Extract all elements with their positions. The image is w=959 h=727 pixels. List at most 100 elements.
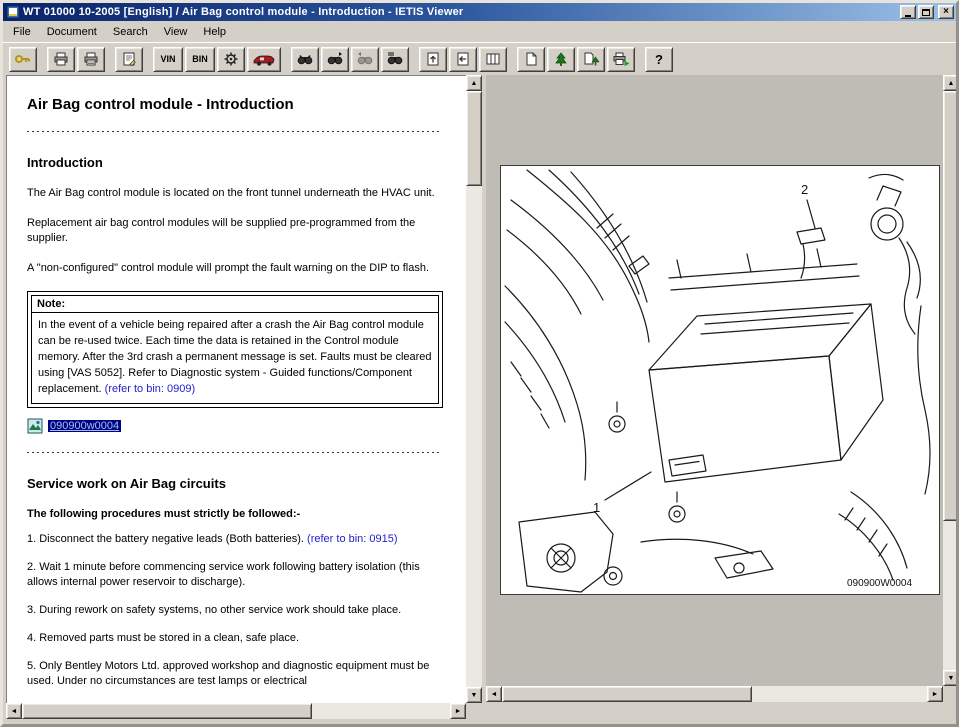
service-heading: Service work on Air Bag circuits: [27, 476, 442, 491]
document-vertical-scrollbar[interactable]: ▲ ▼: [466, 75, 482, 703]
technical-drawing: 2 1 090900W0004: [501, 166, 939, 594]
step-5: 5. Only Bentley Motors Ltd. approved wor…: [27, 659, 442, 689]
callout-1: 1: [593, 500, 600, 515]
settings-button[interactable]: [217, 47, 245, 72]
window-title: WT 01000 10-2005 [English] / Air Bag con…: [23, 6, 900, 18]
search-next-button[interactable]: [321, 47, 349, 72]
menubar: File Document Search View Help: [3, 21, 956, 42]
document-properties-button[interactable]: [115, 47, 143, 72]
refer-bin-0909-link[interactable]: (refer to bin: 0909): [105, 383, 196, 395]
binoculars-all-icon: [386, 51, 404, 67]
refer-bin-0915-link[interactable]: (refer to bin: 0915): [307, 533, 398, 545]
illustration-pane: 2 1 090900W0004 ▲ ▼ ◄ ►: [486, 75, 959, 702]
illustration-image: 2 1 090900W0004: [500, 165, 940, 595]
scroll-down-button[interactable]: ▼: [943, 670, 959, 686]
printer-pages-icon: [82, 51, 100, 67]
menu-search[interactable]: Search: [105, 23, 156, 41]
menu-file[interactable]: File: [5, 23, 39, 41]
maximize-button[interactable]: [918, 5, 934, 19]
properties-icon: [120, 51, 138, 67]
hotspots-button[interactable]: [547, 47, 575, 72]
document-horizontal-scrollbar[interactable]: ◄ ►: [6, 703, 466, 719]
up-arrow-icon: [424, 51, 442, 67]
binoculars-prev-icon: [356, 51, 374, 67]
key-icon: [14, 51, 32, 67]
minimize-icon: [905, 15, 911, 17]
print-list-button[interactable]: [77, 47, 105, 72]
gear-icon: [222, 51, 240, 67]
page-hotspots-button[interactable]: [577, 47, 605, 72]
service-intro: The following procedures must strictly b…: [27, 507, 442, 522]
horizontal-scrollbar-thumb[interactable]: [502, 686, 752, 702]
ietis-viewer-window: WT 01000 10-2005 [English] / Air Bag con…: [0, 0, 959, 727]
titlebar: WT 01000 10-2005 [English] / Air Bag con…: [3, 3, 956, 21]
search-prev-button[interactable]: [351, 47, 379, 72]
scroll-left-button[interactable]: ◄: [486, 686, 502, 702]
bin-button[interactable]: BIN: [185, 47, 215, 72]
maximize-icon: [922, 9, 930, 16]
illustration-horizontal-scrollbar[interactable]: ◄ ►: [486, 686, 943, 702]
scroll-up-button[interactable]: ▲: [943, 75, 959, 91]
go-up-button[interactable]: [419, 47, 447, 72]
separator: [27, 131, 442, 133]
vehicle-button[interactable]: [247, 47, 281, 72]
vertical-scrollbar-thumb[interactable]: [466, 91, 482, 186]
step-3: 3. During rework on safety systems, no o…: [27, 603, 442, 618]
toolbar: VIN BIN: [3, 42, 956, 75]
paragraph: The Air Bag control module is located on…: [27, 186, 442, 201]
introduction-heading: Introduction: [27, 155, 442, 170]
binoculars-next-icon: [326, 51, 344, 67]
illustration-viewport: 2 1 090900W0004: [486, 75, 943, 686]
separator: [27, 452, 442, 454]
search-all-button[interactable]: [381, 47, 409, 72]
menu-view[interactable]: View: [156, 23, 196, 41]
back-arrow-icon: [454, 51, 472, 67]
figure-link[interactable]: 090900w0004: [48, 420, 121, 432]
figure-link-row: 090900w0004: [27, 418, 442, 434]
drawing-number: 090900W0004: [847, 578, 912, 589]
go-back-button[interactable]: [449, 47, 477, 72]
horizontal-scrollbar-thumb[interactable]: [22, 703, 312, 719]
vertical-scrollbar-thumb[interactable]: [943, 91, 959, 521]
printer-icon: [52, 51, 70, 67]
new-page-button[interactable]: [517, 47, 545, 72]
scroll-right-button[interactable]: ►: [927, 686, 943, 702]
step-1: 1. Disconnect the battery negative leads…: [27, 532, 442, 547]
print-button[interactable]: [47, 47, 75, 72]
question-icon: ?: [655, 52, 663, 67]
note-label: Note:: [32, 296, 438, 313]
scroll-right-button[interactable]: ►: [450, 703, 466, 719]
scroll-down-button[interactable]: ▼: [466, 687, 482, 703]
page-icon: [522, 51, 540, 67]
scroll-track[interactable]: [943, 91, 959, 670]
vin-button[interactable]: VIN: [153, 47, 183, 72]
key-button[interactable]: [9, 47, 37, 72]
step-2: 2. Wait 1 minute before commencing servi…: [27, 560, 442, 590]
search-button[interactable]: [291, 47, 319, 72]
note-body: In the event of a vehicle being repaired…: [32, 313, 438, 403]
help-button[interactable]: ?: [645, 47, 673, 72]
menu-help[interactable]: Help: [195, 23, 234, 41]
split-view-button[interactable]: [479, 47, 507, 72]
printer-export-icon: [612, 51, 630, 67]
page-title: Air Bag control module - Introduction: [27, 96, 442, 113]
illustration-vertical-scrollbar[interactable]: ▲ ▼: [943, 75, 959, 686]
close-button[interactable]: ×: [938, 5, 954, 19]
paragraph: A "non-configured" control module will p…: [27, 261, 442, 276]
scroll-track[interactable]: [466, 91, 482, 687]
columns-icon: [484, 51, 502, 67]
app-icon: [6, 5, 20, 19]
scroll-track[interactable]: [502, 686, 927, 702]
scroll-track[interactable]: [22, 703, 450, 719]
tree-icon: [552, 51, 570, 67]
car-icon: [252, 51, 276, 67]
print-graphic-button[interactable]: [607, 47, 635, 72]
scroll-left-button[interactable]: ◄: [6, 703, 22, 719]
minimize-button[interactable]: [900, 5, 916, 19]
scroll-up-button[interactable]: ▲: [466, 75, 482, 91]
document-pane: Air Bag control module - Introduction In…: [6, 75, 482, 719]
step-4: 4. Removed parts must be stored in a cle…: [27, 631, 442, 646]
paragraph: Replacement air bag control modules will…: [27, 216, 442, 246]
page-tree-icon: [582, 51, 600, 67]
menu-document[interactable]: Document: [39, 23, 105, 41]
